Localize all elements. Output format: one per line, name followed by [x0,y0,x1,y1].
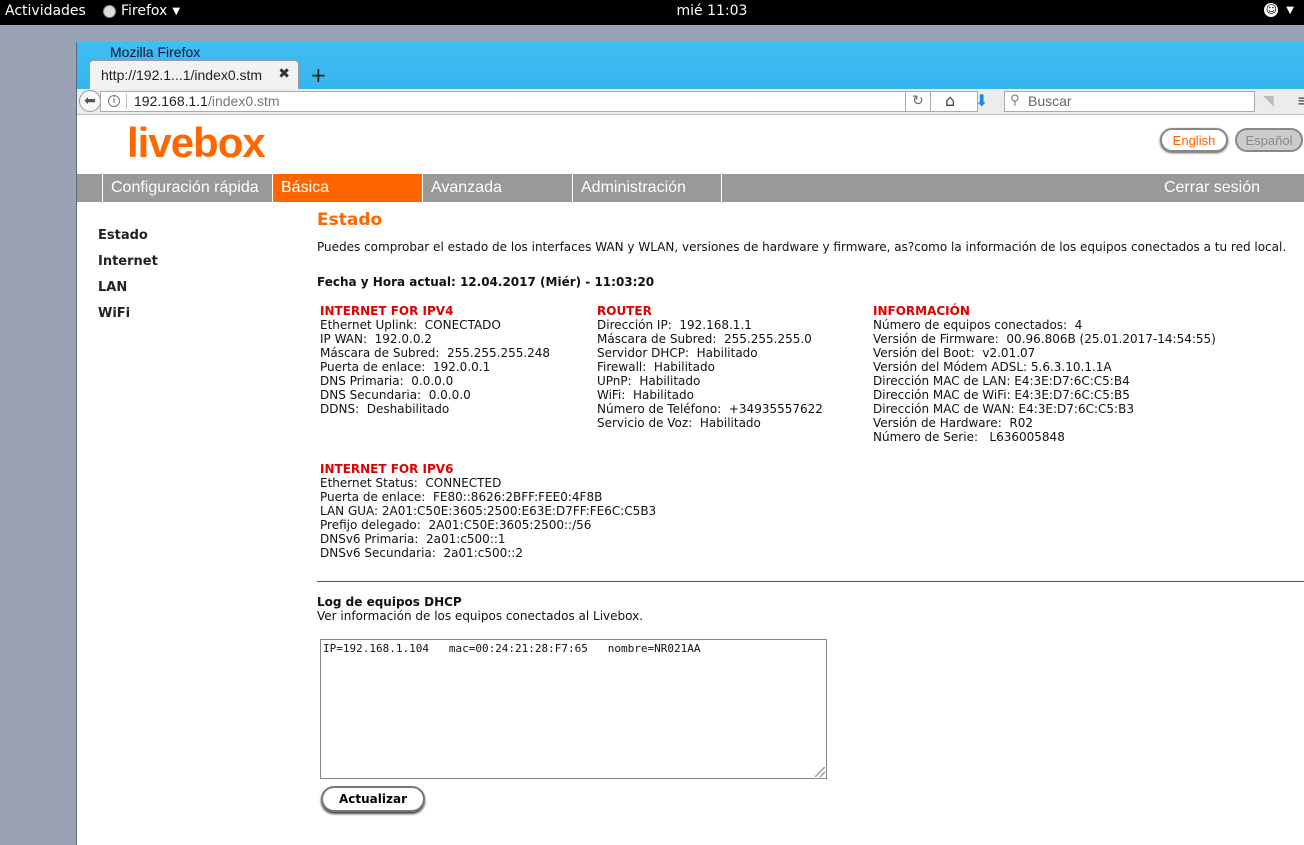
desktop-background [0,25,76,845]
info-heading: INFORMACIÓN [873,304,970,318]
ipv6-heading: INTERNET FOR IPV6 [320,462,454,476]
info-block: INFORMACIÓN Número de equipos conectados… [873,304,1216,444]
info-row: Dirección MAC de WAN: E4:3E:D7:6C:C5:B3 [873,402,1134,416]
info-row: Versión del Boot: v2.01.07 [873,346,1036,360]
ipv4-row: IP WAN: 192.0.0.2 [320,332,432,346]
navigation-toolbar: ⬅ i 192.168.1.1/index0.stm ↻ ⌂ ⬇ ⚲ Busca… [77,89,1304,115]
tab-label: http://192.1...1/index0.stm [101,67,263,83]
url-text: 192.168.1.1/index0.stm [134,93,280,109]
ipv6-row: DNSv6 Primaria: 2a01:c500::1 [320,532,506,546]
ipv4-row: DNS Primaria: 0.0.0.0 [320,374,454,388]
nav-basica[interactable]: Básica [272,174,422,202]
english-button[interactable]: English [1160,128,1228,152]
router-row: Máscara de Subred: 255.255.255.0 [597,332,812,346]
search-icon: ⚲ [1010,93,1020,108]
ipv6-row: Prefijo delegado: 2A01:C50E:3605:2500::/… [320,518,592,532]
nav-avanzada[interactable]: Avanzada [422,174,572,202]
system-top-bar: Actividades Firefox ▼ mié 11:03 ☺ ▼ [0,0,1304,25]
dhcp-log-textarea[interactable]: IP=192.168.1.104 mac=00:24:21:28:F7:65 n… [320,639,827,779]
ipv4-row: Ethernet Uplink: CONECTADO [320,318,501,332]
new-tab-button[interactable]: + [310,63,327,87]
ipv6-row: DNSv6 Secundaria: 2a01:c500::2 [320,546,523,560]
refresh-button[interactable]: Actualizar [321,786,425,812]
dhcp-log-title: Log de equipos DHCP [317,595,462,609]
ipv4-heading: INTERNET FOR IPV4 [320,304,454,318]
router-row: Firewall: Habilitado [597,360,715,374]
divider [126,94,127,109]
info-row: Número de equipos conectados: 4 [873,318,1083,332]
clock[interactable]: mié 11:03 [0,3,1304,19]
dhcp-log-entry: IP=192.168.1.104 mac=00:24:21:28:F7:65 n… [323,642,701,655]
reload-button[interactable]: ↻ [905,91,931,112]
nav-administracion[interactable]: Administración [572,174,722,202]
spanish-button[interactable]: Español [1235,128,1303,152]
info-row: Versión de Firmware: 00.96.806B (25.01.2… [873,332,1216,346]
ipv4-row: DDNS: Deshabilitado [320,402,450,416]
section-divider [317,581,1304,582]
info-row: Número de Serie: L636005848 [873,430,1065,444]
page-description: Puedes comprobar el estado de los interf… [317,240,1287,254]
sidebar-item-estado[interactable]: Estado [98,228,148,243]
home-icon[interactable]: ⌂ [945,91,955,110]
resize-grip-icon[interactable] [815,767,825,777]
search-placeholder: Buscar [1028,93,1072,109]
dhcp-log-description: Ver información de los equipos conectado… [317,609,644,623]
ipv6-row: Puerta de enlace: FE80::8626:2BFF:FEE0:4… [320,490,603,504]
router-row: Servidor DHCP: Habilitado [597,346,758,360]
back-button[interactable]: ⬅ [79,90,101,112]
router-row: Servicio de Voz: Habilitado [597,416,761,430]
search-input[interactable]: ⚲ Buscar [1004,91,1255,112]
ipv4-block: INTERNET FOR IPV4 Ethernet Uplink: CONEC… [320,304,550,416]
ipv4-row: Máscara de Subred: 255.255.255.248 [320,346,551,360]
ipv4-row: DNS Secundaria: 0.0.0.0 [320,388,471,402]
browser-tab[interactable]: http://192.1...1/index0.stm ✖ [89,60,299,90]
info-icon[interactable]: i [108,95,120,107]
main-nav: Configuración rápida Básica Avanzada Adm… [77,174,1304,202]
url-host: 192.168.1.1 [134,93,208,109]
page-title: Estado [317,210,383,230]
rss-icon[interactable]: ◥ [1263,93,1274,109]
router-heading: ROUTER [597,304,652,318]
ipv6-block: INTERNET FOR IPV6 Ethernet Status: CONNE… [320,462,656,560]
livebox-logo: livebox [127,119,266,166]
ipv6-row: LAN GUA: 2A01:C50E:3605:2500:E63E:D7FF:F… [320,504,657,518]
ipv6-row: Ethernet Status: CONNECTED [320,476,502,490]
page-content: livebox English Español Configuración rá… [77,115,1304,845]
nav-configuracion-rapida[interactable]: Configuración rápida [102,174,272,202]
router-row: UPnP: Habilitado [597,374,701,388]
url-bar[interactable]: i 192.168.1.1/index0.stm [100,91,978,112]
router-row: Número de Teléfono: +34935557622 [597,402,823,416]
router-block: ROUTER Dirección IP: 192.168.1.1 Máscara… [597,304,823,430]
url-path: /index0.stm [207,93,280,109]
window-title: Mozilla Firefox [110,44,201,60]
info-row: Versión de Hardware: R02 [873,416,1033,430]
ipv4-row: Puerta de enlace: 192.0.0.1 [320,360,491,374]
download-icon[interactable]: ⬇ [975,91,988,110]
router-row: Dirección IP: 192.168.1.1 [597,318,752,332]
sidebar-item-lan[interactable]: LAN [98,280,127,295]
sidebar-item-wifi[interactable]: WiFi [98,306,130,321]
chevron-down-icon[interactable]: ▼ [1286,5,1294,16]
current-datetime: Fecha y Hora actual: 12.04.2017 (Miér) -… [317,275,655,289]
hamburger-menu-icon[interactable]: ≡ [1297,91,1304,110]
sidebar-item-internet[interactable]: Internet [98,254,158,269]
logout-link[interactable]: Cerrar sesión [1164,174,1260,202]
info-row: Dirección MAC de WiFi: E4:3E:D7:6C:C5:B5 [873,388,1130,402]
close-icon[interactable]: ✖ [278,66,290,82]
info-row: Versión del Módem ADSL: 5.6.3.10.1.1A [873,360,1112,374]
router-row: WiFi: Habilitado [597,388,694,402]
system-tray[interactable]: ☺ ▼ [1264,3,1294,17]
accessibility-icon[interactable]: ☺ [1264,3,1279,17]
browser-window: Mozilla Firefox http://192.1...1/index0.… [76,42,1304,845]
info-row: Dirección MAC de LAN: E4:3E:D7:6C:C5:B4 [873,374,1130,388]
